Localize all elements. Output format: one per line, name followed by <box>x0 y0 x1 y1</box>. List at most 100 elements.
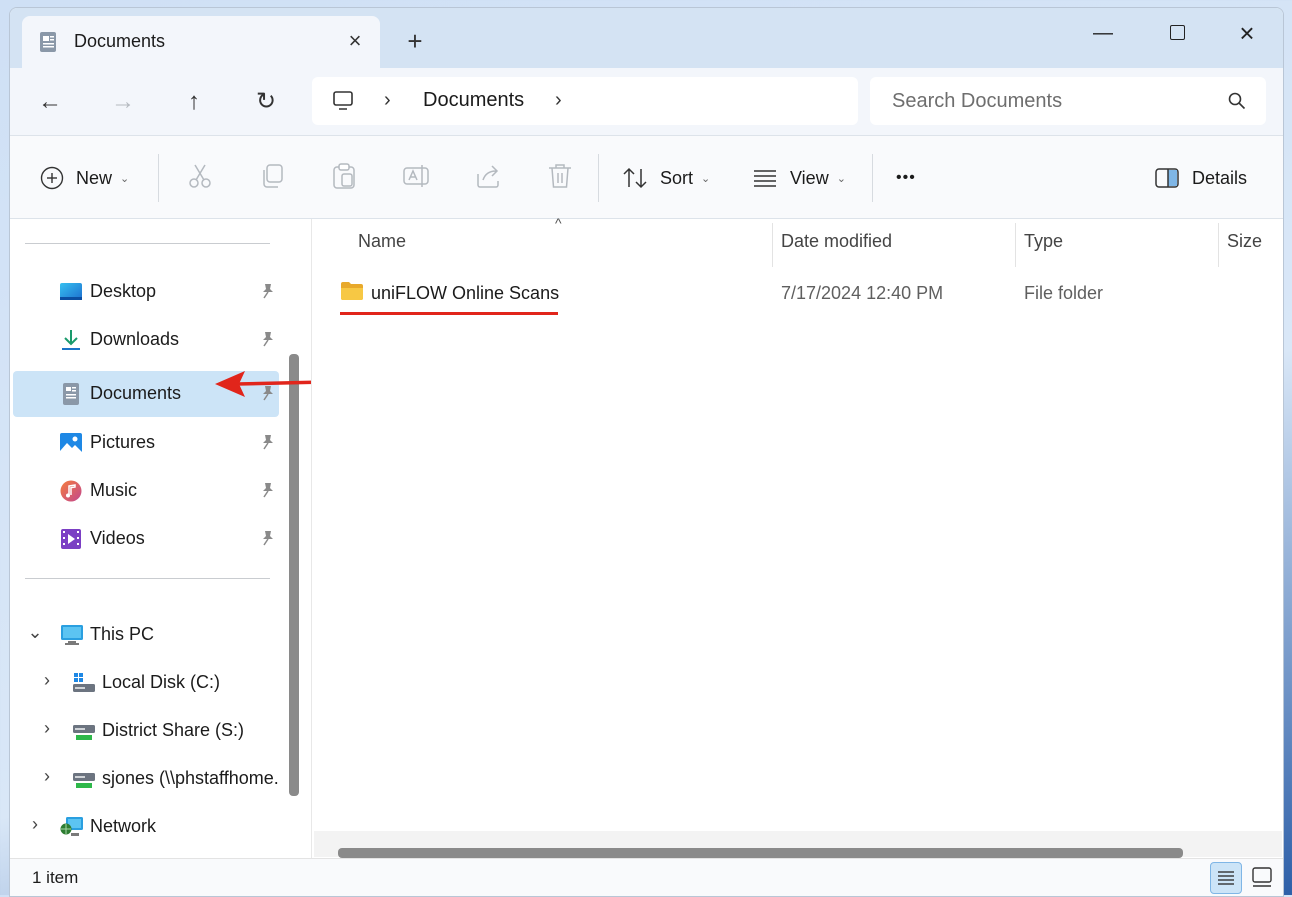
breadcrumb-documents[interactable]: Documents <box>423 89 524 112</box>
pin-icon[interactable] <box>261 530 275 546</box>
copy-icon[interactable] <box>258 162 286 190</box>
videos-icon <box>61 529 81 549</box>
paste-icon[interactable] <box>330 162 358 190</box>
address-bar[interactable]: › Documents › <box>312 77 858 125</box>
back-button[interactable]: ← <box>30 82 70 122</box>
rename-icon[interactable] <box>402 162 430 190</box>
sidebar-item-label: Videos <box>90 528 145 548</box>
documents-icon <box>63 383 79 405</box>
chevron-right-icon[interactable]: › <box>555 89 562 112</box>
tree-item-local-disk[interactable]: › Local Disk (C:) <box>10 660 310 706</box>
new-button[interactable]: New ⌄ <box>40 162 129 194</box>
tree-item-label: Local Disk (C:) <box>102 672 221 692</box>
new-label: New <box>76 167 113 188</box>
file-row[interactable]: uniFLOW Online Scans 7/17/2024 12:40 PM … <box>312 273 1283 315</box>
tiles-view-button[interactable] <box>1248 863 1276 891</box>
tiles-view-icon <box>1252 867 1272 887</box>
divider <box>598 154 599 202</box>
details-view-button[interactable] <box>1210 862 1242 894</box>
chevron-down-icon: ⌄ <box>836 172 846 185</box>
sidebar-item-label: Desktop <box>90 281 157 301</box>
column-header-label: Name <box>358 231 407 251</box>
sidebar-item-videos[interactable]: Videos <box>13 516 279 562</box>
network-drive-icon <box>73 773 95 788</box>
chevron-down-icon: ⌄ <box>120 172 130 185</box>
column-header-label: Type <box>1024 231 1064 251</box>
chevron-right-icon[interactable]: › <box>25 814 45 835</box>
column-header-type[interactable]: Type <box>1016 219 1218 265</box>
maximize-button[interactable] <box>1154 14 1200 52</box>
sort-button[interactable]: Sort ⌄ <box>622 162 710 194</box>
file-type: File folder <box>1024 283 1104 303</box>
delete-icon[interactable] <box>546 162 574 190</box>
divider <box>158 154 159 202</box>
command-bar: New ⌄ Sort ⌄ View ⌄ ••• Details <box>10 136 1283 219</box>
divider <box>25 578 270 579</box>
sidebar-item-label: Downloads <box>90 329 180 349</box>
chevron-right-icon[interactable]: › <box>384 89 391 112</box>
cut-icon[interactable] <box>186 162 214 190</box>
sidebar-item-desktop[interactable]: Desktop <box>13 269 279 315</box>
column-header-size[interactable]: Size <box>1219 219 1283 265</box>
file-name[interactable]: uniFLOW Online Scans <box>371 283 559 304</box>
column-header-date-modified[interactable]: Date modified <box>773 219 1015 265</box>
close-button[interactable]: × <box>1224 14 1270 52</box>
chevron-right-icon[interactable]: › <box>37 766 57 787</box>
tree-item-sjones[interactable]: › sjones (\\phstaffhome. <box>10 756 310 802</box>
navigation-bar: ← → ↑ ↻ › Documents › Search Documents <box>10 68 1283 136</box>
tree-item-district-share[interactable]: › District Share (S:) <box>10 708 310 754</box>
pc-icon <box>61 625 83 645</box>
minimize-button[interactable]: — <box>1080 14 1126 52</box>
annotation-underline <box>340 312 558 315</box>
chevron-down-icon[interactable]: ⌄ <box>25 622 45 643</box>
column-header-label: Date modified <box>781 231 893 251</box>
share-icon[interactable] <box>474 162 502 190</box>
horizontal-scrollbar[interactable] <box>338 848 1183 858</box>
tab-title: Documents <box>74 31 166 51</box>
documents-icon <box>40 32 56 52</box>
title-bar: Documents × + — × <box>10 8 1283 68</box>
sidebar-item-pictures[interactable]: Pictures <box>13 420 279 466</box>
tree-item-label: This PC <box>90 624 155 644</box>
tab-close-button[interactable]: × <box>340 26 370 56</box>
file-date-modified: 7/17/2024 12:40 PM <box>781 283 944 303</box>
column-header-name[interactable]: Name <box>312 219 772 265</box>
new-tab-button[interactable]: + <box>400 26 430 56</box>
view-button[interactable]: View ⌄ <box>752 162 846 194</box>
sort-label: Sort <box>660 167 694 188</box>
navigation-pane: Desktop Downloads Documents Pictures Mus… <box>10 219 326 858</box>
chevron-right-icon[interactable]: › <box>37 718 57 739</box>
pin-icon[interactable] <box>261 331 275 347</box>
tab-documents[interactable]: Documents × <box>22 16 380 68</box>
search-input[interactable]: Search Documents <box>870 77 1266 125</box>
pin-icon[interactable] <box>261 482 275 498</box>
sidebar-item-music[interactable]: Music <box>13 468 279 514</box>
divider <box>25 243 270 244</box>
tree-item-network[interactable]: › Network <box>10 804 310 850</box>
refresh-button[interactable]: ↻ <box>246 82 286 122</box>
pictures-icon <box>60 433 82 453</box>
sidebar-item-downloads[interactable]: Downloads <box>13 317 279 363</box>
details-pane-button[interactable]: Details <box>1154 162 1247 194</box>
more-options-button[interactable]: ••• <box>896 162 916 194</box>
forward-button[interactable]: → <box>103 82 143 122</box>
music-icon <box>60 480 82 502</box>
view-list-icon <box>754 170 776 187</box>
status-bar: 1 item <box>10 858 1283 896</box>
up-button[interactable]: ↑ <box>174 82 214 122</box>
details-pane-icon <box>1155 168 1179 188</box>
network-icon <box>60 817 83 836</box>
file-list-pane: ^ Name Date modified Type Size uniFLOW O… <box>311 215 1283 858</box>
sidebar-item-label: Music <box>90 480 138 500</box>
sidebar-scrollbar[interactable] <box>289 354 299 796</box>
tree-item-this-pc[interactable]: ⌄ This PC <box>10 612 310 658</box>
pin-icon[interactable] <box>261 283 275 299</box>
chevron-right-icon[interactable]: › <box>37 670 57 691</box>
file-explorer-window: Documents × + — × ← → ↑ ↻ › Documents › … <box>9 7 1284 897</box>
view-label: View <box>790 167 829 188</box>
pin-icon[interactable] <box>261 434 275 450</box>
details-label: Details <box>1192 167 1248 188</box>
divider <box>872 154 873 202</box>
download-icon <box>62 330 80 350</box>
sort-icon <box>623 167 647 189</box>
